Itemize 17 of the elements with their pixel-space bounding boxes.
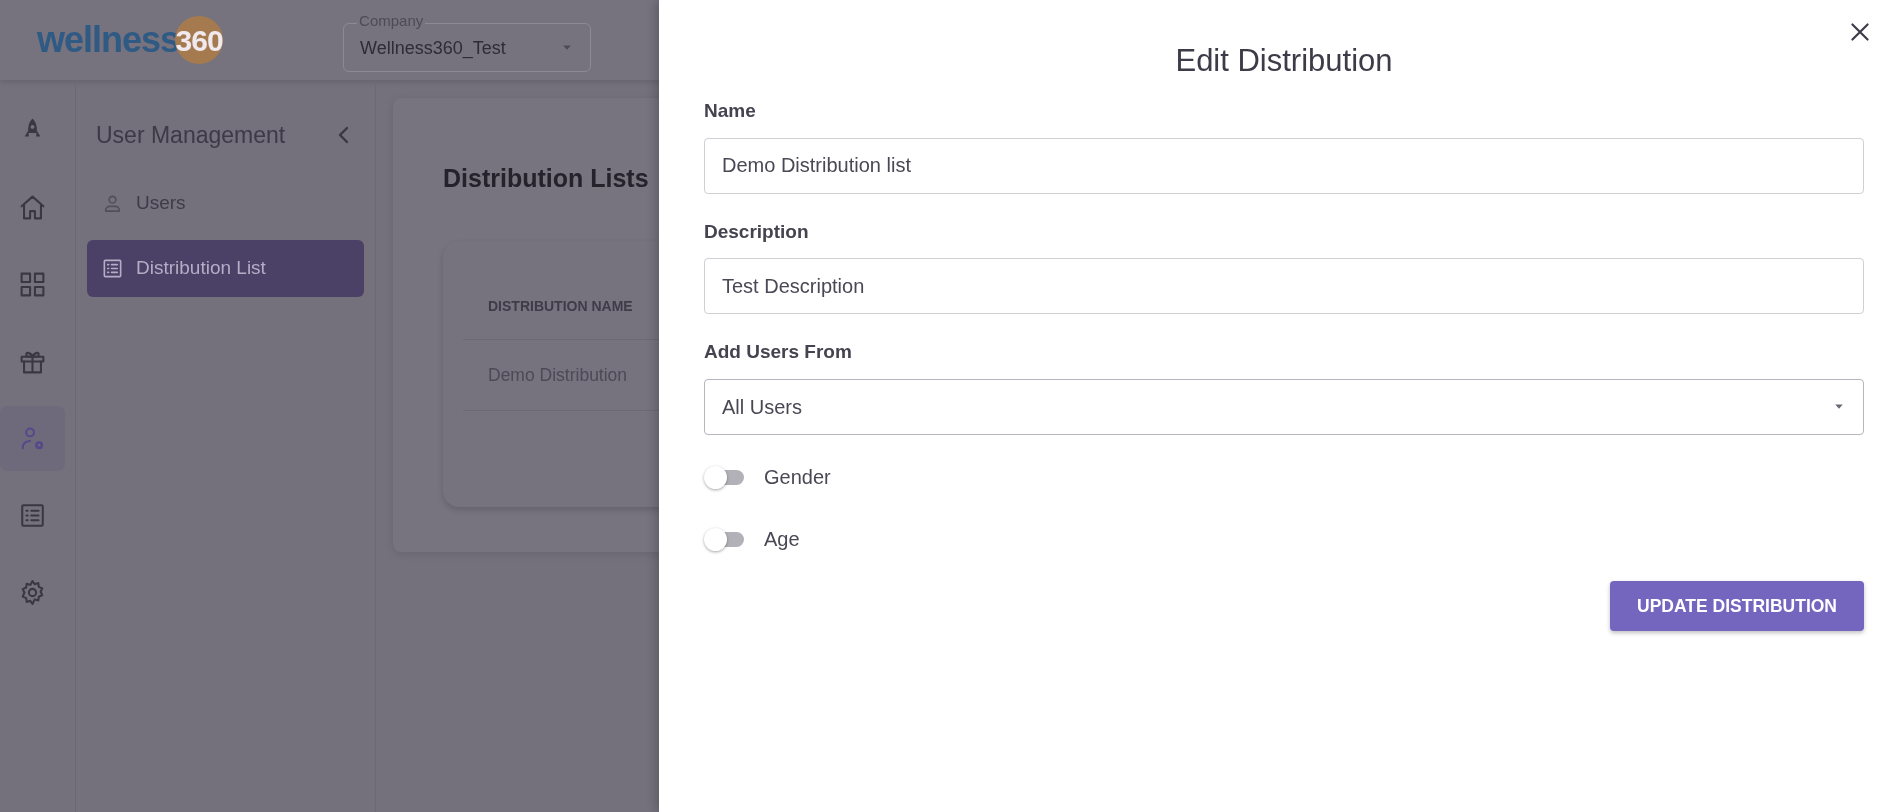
field-label: Add Users From xyxy=(704,340,852,365)
update-button[interactable]: UPDATE DISTRIBUTION xyxy=(1610,580,1864,631)
input-field[interactable]: Demo Distribution list xyxy=(704,137,1864,194)
list-icon xyxy=(18,501,47,530)
toggle-label: Age xyxy=(764,526,800,552)
select-field[interactable]: All Users xyxy=(704,378,1864,435)
grid-icon xyxy=(18,270,47,299)
toggle-label: Gender xyxy=(764,464,831,490)
drawer-title: Edit Distribution xyxy=(1175,42,1393,80)
page-title: Distribution Lists xyxy=(443,163,649,194)
field-label: Name xyxy=(704,99,756,124)
sidebar-item[interactable]: Distribution List xyxy=(87,239,364,297)
nav-rail-button[interactable] xyxy=(0,406,65,471)
home-icon xyxy=(18,193,47,222)
sidebar-title: User Management xyxy=(96,121,286,150)
field-label: Description xyxy=(704,219,809,244)
input-field[interactable]: Test Description xyxy=(704,258,1864,315)
